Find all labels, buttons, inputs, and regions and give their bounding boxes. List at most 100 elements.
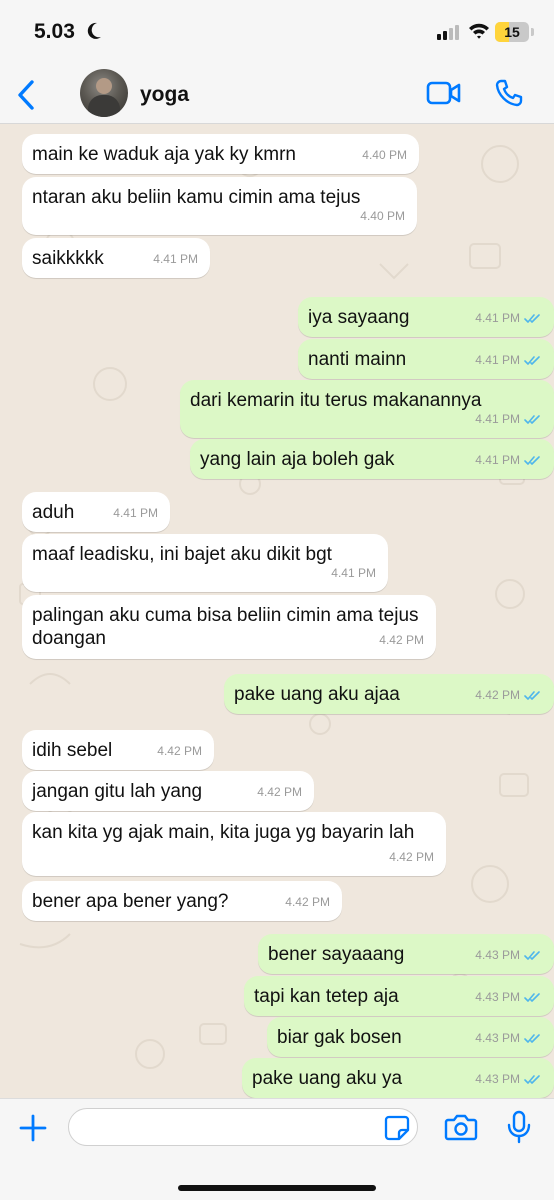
message-time-text: 4.42 PM: [285, 895, 330, 909]
message-timestamp: 4.41 PM: [475, 307, 542, 330]
message-timestamp: 4.42 PM: [157, 740, 202, 763]
message-time-text: 4.41 PM: [475, 453, 520, 467]
message-time-text: 4.41 PM: [475, 412, 520, 426]
microphone-icon[interactable]: [506, 1110, 532, 1144]
read-receipt-icon: [524, 951, 540, 960]
outgoing-message-bubble[interactable]: biar gak bosen 4.43 PM: [267, 1017, 554, 1057]
message-text: pake uang aku ya: [252, 1068, 403, 1089]
outgoing-message-bubble[interactable]: dari kemarin itu terus makanannya 4.41 PM: [180, 380, 554, 438]
incoming-message-bubble[interactable]: idih sebel 4.42 PM: [22, 730, 214, 770]
message-input[interactable]: [68, 1108, 418, 1146]
message-timestamp: 4.42 PM: [379, 629, 424, 652]
message-time-text: 4.41 PM: [475, 353, 520, 367]
message-time-text: 4.40 PM: [362, 148, 407, 162]
incoming-message-bubble[interactable]: kan kita yg ajak main, kita juga yg baya…: [22, 812, 446, 876]
read-receipt-icon: [524, 415, 540, 424]
video-call-icon[interactable]: [426, 80, 462, 106]
read-receipt-icon: [524, 456, 540, 465]
incoming-message-bubble[interactable]: saikkkkk 4.41 PM: [22, 238, 210, 278]
read-receipt-icon: [524, 356, 540, 365]
moon-icon: [87, 22, 101, 39]
message-time-text: 4.42 PM: [475, 688, 520, 702]
battery-icon: 15: [495, 22, 529, 42]
message-text: aduh: [32, 502, 75, 523]
message-time-text: 4.43 PM: [475, 1072, 520, 1086]
wifi-icon: [469, 23, 489, 39]
message-time-text: 4.41 PM: [113, 506, 158, 520]
incoming-message-bubble[interactable]: aduh 4.41 PM: [22, 492, 170, 532]
status-time: 5.03: [34, 20, 75, 43]
message-timestamp: 4.41 PM: [475, 449, 542, 472]
read-receipt-icon: [524, 1034, 540, 1043]
message-timestamp: 4.40 PM: [362, 144, 407, 167]
message-text: kan kita yg ajak main, kita juga yg baya…: [32, 822, 415, 843]
message-timestamp: 4.43 PM: [475, 1068, 542, 1091]
message-text: idih sebel: [32, 740, 113, 761]
plus-icon[interactable]: [18, 1113, 48, 1143]
message-timestamp: 4.42 PM: [285, 891, 330, 914]
sticker-icon[interactable]: [384, 1115, 410, 1141]
message-time-text: 4.41 PM: [475, 311, 520, 325]
incoming-message-bubble[interactable]: main ke waduk aja yak ky kmrn 4.40 PM: [22, 134, 419, 174]
chat-header: yoga: [0, 66, 554, 124]
message-timestamp: 4.43 PM: [475, 944, 542, 967]
message-time-text: 4.43 PM: [475, 948, 520, 962]
read-receipt-icon: [524, 1075, 540, 1084]
outgoing-message-bubble[interactable]: iya sayaang 4.41 PM: [298, 297, 554, 337]
read-receipt-icon: [524, 993, 540, 1002]
home-indicator: [178, 1185, 376, 1191]
message-text: yang lain aja boleh gak: [200, 449, 395, 470]
message-time-text: 4.43 PM: [475, 1031, 520, 1045]
read-receipt-icon: [524, 314, 540, 323]
message-text: biar gak bosen: [277, 1027, 402, 1048]
message-time-text: 4.40 PM: [360, 209, 405, 223]
message-text: palingan aku cuma bisa beliin cimin ama …: [32, 605, 419, 649]
message-timestamp: 4.42 PM: [389, 846, 434, 869]
message-timestamp: 4.43 PM: [475, 986, 542, 1009]
message-timestamp: 4.40 PM: [360, 205, 405, 228]
back-chevron-icon[interactable]: [14, 78, 40, 112]
message-time-text: 4.41 PM: [331, 566, 376, 580]
message-composer: [0, 1098, 554, 1200]
chat-area[interactable]: main ke waduk aja yak ky kmrn 4.40 PM ntar…: [0, 124, 554, 1098]
message-timestamp: 4.41 PM: [475, 349, 542, 372]
cellular-signal-icon: [437, 25, 459, 40]
message-time-text: 4.43 PM: [475, 990, 520, 1004]
message-timestamp: 4.41 PM: [475, 408, 542, 431]
outgoing-message-bubble[interactable]: pake uang aku ajaa 4.42 PM: [224, 674, 554, 714]
message-text: bener apa bener yang?: [32, 891, 229, 912]
message-time-text: 4.42 PM: [157, 744, 202, 758]
status-bar: 5.03 15: [0, 0, 554, 66]
incoming-message-bubble[interactable]: jangan gitu lah yang 4.42 PM: [22, 771, 314, 811]
phone-call-icon[interactable]: [494, 78, 524, 108]
incoming-message-bubble[interactable]: bener apa bener yang? 4.42 PM: [22, 881, 342, 921]
read-receipt-icon: [524, 691, 540, 700]
message-text: nanti mainn: [308, 349, 407, 370]
outgoing-message-bubble[interactable]: pake uang aku ya 4.43 PM: [242, 1058, 554, 1098]
message-text: iya sayaang: [308, 307, 410, 328]
battery-nub: [531, 28, 534, 36]
message-text: main ke waduk aja yak ky kmrn: [32, 144, 296, 165]
incoming-message-bubble[interactable]: maaf leadisku, ini bajet aku dikit bgt 4.…: [22, 534, 388, 592]
contact-name[interactable]: yoga: [140, 83, 189, 107]
outgoing-message-bubble[interactable]: tapi kan tetep aja 4.43 PM: [244, 976, 554, 1016]
message-timestamp: 4.41 PM: [113, 502, 158, 525]
message-timestamp: 4.42 PM: [475, 684, 542, 707]
incoming-message-bubble[interactable]: ntaran aku beliin kamu cimin ama tejus 4.…: [22, 177, 417, 235]
message-text: pake uang aku ajaa: [234, 684, 400, 705]
message-timestamp: 4.41 PM: [153, 248, 198, 271]
message-text: saikkkkk: [32, 248, 104, 269]
message-timestamp: 4.42 PM: [257, 781, 302, 804]
incoming-message-bubble[interactable]: palingan aku cuma bisa beliin cimin ama …: [22, 595, 436, 659]
message-text: jangan gitu lah yang: [32, 781, 203, 802]
outgoing-message-bubble[interactable]: bener sayaaang 4.43 PM: [258, 934, 554, 974]
message-text: bener sayaaang: [268, 944, 405, 965]
camera-icon[interactable]: [444, 1113, 478, 1141]
avatar[interactable]: [80, 69, 128, 117]
message-timestamp: 4.41 PM: [331, 562, 376, 585]
message-text: dari kemarin itu terus makanannya: [190, 390, 482, 411]
message-time-text: 4.42 PM: [257, 785, 302, 799]
outgoing-message-bubble[interactable]: nanti mainn 4.41 PM: [298, 339, 554, 379]
message-time-text: 4.42 PM: [389, 850, 434, 864]
outgoing-message-bubble[interactable]: yang lain aja boleh gak 4.41 PM: [190, 439, 554, 479]
